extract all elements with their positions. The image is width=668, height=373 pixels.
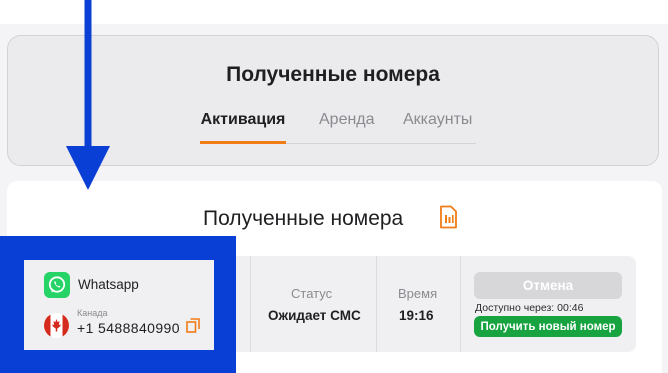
country-name: Канада bbox=[77, 308, 108, 318]
status-label: Статус bbox=[291, 286, 333, 301]
annotation-arrow-icon bbox=[66, 0, 110, 190]
canada-flag-icon bbox=[44, 313, 69, 338]
service-name: Whatsapp bbox=[78, 277, 139, 292]
available-timer: Доступно через: 00:46 bbox=[475, 302, 584, 314]
time-value: 19:16 bbox=[399, 308, 434, 323]
section-title: Полученные номера bbox=[203, 207, 404, 230]
divider bbox=[376, 256, 377, 352]
divider bbox=[250, 256, 251, 352]
copy-icon[interactable] bbox=[186, 318, 200, 333]
time-label: Время bbox=[398, 286, 438, 301]
tab-activation[interactable]: Активация bbox=[200, 110, 286, 144]
tab-accounts[interactable]: Аккаунты bbox=[403, 110, 472, 130]
service-cell: Whatsapp Канада +1 5488840990 bbox=[24, 260, 214, 350]
phone-number: +1 5488840990 bbox=[77, 320, 180, 336]
divider bbox=[460, 256, 461, 352]
sim-card-icon[interactable] bbox=[438, 205, 458, 229]
whatsapp-icon bbox=[44, 272, 70, 298]
tabs: Активация Аренда Аккаунты bbox=[200, 110, 476, 144]
cancel-button[interactable]: Отмена bbox=[474, 272, 622, 299]
tab-rent[interactable]: Аренда bbox=[319, 110, 375, 130]
status-value: Ожидает СМС bbox=[268, 308, 361, 323]
get-new-number-button[interactable]: Получить новый номер bbox=[474, 316, 622, 337]
